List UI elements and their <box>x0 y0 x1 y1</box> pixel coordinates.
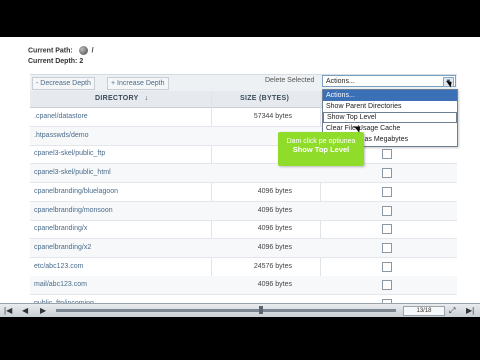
progress-thumb[interactable] <box>259 306 263 314</box>
decrease-depth-button[interactable]: - Decrease Depth <box>32 77 95 90</box>
row-checkbox[interactable] <box>382 242 392 253</box>
directory-header-label: Directory <box>95 95 139 102</box>
delete-selected-label[interactable]: Delete Selected <box>265 77 314 84</box>
sort-desc-icon: ↓ <box>144 95 149 102</box>
directory-link[interactable]: cpanelbranding/monsoon <box>34 207 113 214</box>
size-value: 4096 bytes <box>257 243 292 251</box>
directory-link[interactable]: cpanel3-skel/public_html <box>34 169 111 176</box>
size-value: 24576 bytes <box>253 262 292 270</box>
table-row: etc/abc123.com 24576 bytes <box>30 258 457 277</box>
size-value: 4096 bytes <box>257 187 292 195</box>
row-checkbox[interactable] <box>382 261 392 272</box>
row-checkbox[interactable] <box>382 149 392 160</box>
directory-link[interactable]: cpanel3-skel/public_ftp <box>34 150 105 157</box>
row-checkbox[interactable] <box>382 186 392 197</box>
size-value: 4096 bytes <box>257 281 292 289</box>
menu-item-show-top-level[interactable]: Show Top Level <box>323 112 457 123</box>
directory-link[interactable]: cpanelbranding/x2 <box>34 244 91 251</box>
directory-link[interactable]: cpanelbranding/bluelagoon <box>34 188 118 195</box>
current-path-value[interactable]: / <box>92 47 94 54</box>
table-row: mail/abc123.com 4096 bytes <box>30 276 457 296</box>
menu-item-actions[interactable]: Actions... <box>323 90 457 101</box>
current-depth-label: Current Depth: <box>28 58 78 65</box>
table-row: cpanelbranding/monsoon 4096 bytes <box>30 201 457 221</box>
instruction-tooltip: Dam click pe optiunea Show Top Level <box>278 132 364 166</box>
previous-icon[interactable]: |◀ <box>4 306 12 315</box>
table-row: cpanelbranding/x2 4096 bytes <box>30 238 457 258</box>
progress-track[interactable] <box>56 309 396 312</box>
actions-select[interactable]: Actions... ▼ <box>322 75 456 87</box>
menu-item-show-parent-directories[interactable]: Show Parent Directories <box>323 101 457 112</box>
row-checkbox[interactable] <box>382 205 392 216</box>
tooltip-line-1: Dam click pe optiunea <box>286 138 356 145</box>
tooltip-line-2: Show Top Level <box>292 145 350 154</box>
size-value: 4096 bytes <box>257 225 292 233</box>
row-checkbox[interactable] <box>382 280 392 291</box>
directory-column-header[interactable]: Directory ↓ <box>95 95 148 102</box>
size-value: 4096 bytes <box>257 206 292 214</box>
current-depth: Current Depth: 2 <box>28 58 83 65</box>
play-icon[interactable]: ▶ <box>40 306 46 315</box>
directory-link[interactable]: .htpasswds/demo <box>34 132 88 139</box>
next-icon[interactable]: ▶| <box>466 306 474 315</box>
row-checkbox[interactable] <box>382 224 392 235</box>
directory-link[interactable]: cpanelbranding/x <box>34 225 87 232</box>
directory-link[interactable]: etc/abc123.com <box>34 263 83 270</box>
table-row: cpanelbranding/bluelagoon 4096 bytes <box>30 183 457 202</box>
current-path-label: Current Path: <box>28 47 73 55</box>
actions-select-value: Actions... <box>326 78 355 85</box>
table-row: cpanel3-skel/public_ftp <box>30 145 457 165</box>
directory-link[interactable]: mail/abc123.com <box>34 281 87 288</box>
size-value: 57344 bytes <box>253 113 292 120</box>
slide-counter: 13/18 <box>403 306 445 316</box>
table-row: cpanel3-skel/public_html <box>30 164 457 184</box>
fullscreen-icon[interactable]: ⤢ <box>449 306 455 315</box>
table-row: cpanelbranding/x 4096 bytes <box>30 220 457 240</box>
globe-icon <box>78 46 88 55</box>
current-path: Current Path: / <box>28 46 94 55</box>
video-player-bar: |◀ ◀ ▶ 13/18 ⤢ ▶| <box>0 303 480 317</box>
size-column-header[interactable]: Size (bytes) <box>240 95 289 102</box>
directory-link[interactable]: .cpanel/datastore <box>34 113 88 120</box>
rewind-icon[interactable]: ◀ <box>22 306 28 315</box>
current-depth-value: 2 <box>79 58 84 65</box>
increase-depth-button[interactable]: + Increase Depth <box>107 77 169 90</box>
row-checkbox[interactable] <box>382 168 392 179</box>
